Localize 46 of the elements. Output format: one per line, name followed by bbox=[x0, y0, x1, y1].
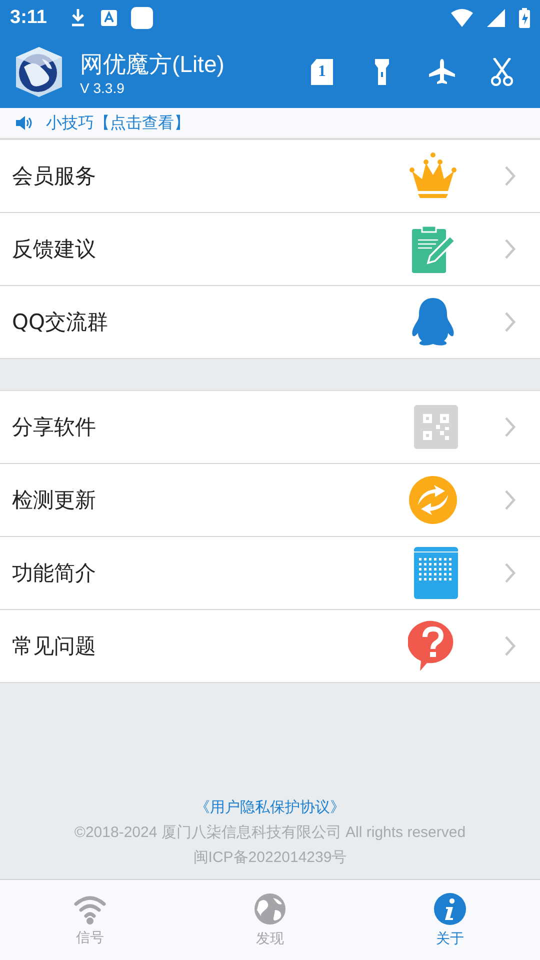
airplane-icon bbox=[429, 59, 455, 85]
scissors-icon bbox=[491, 58, 513, 86]
status-time: 3:11 bbox=[10, 7, 47, 29]
icp-license-text: 闽ICP备2022014239号 bbox=[193, 848, 347, 867]
chevron-right-icon bbox=[504, 489, 516, 511]
battery-icon bbox=[519, 8, 530, 28]
menu-item-label: 分享软件 bbox=[12, 414, 97, 441]
menu-item[interactable]: 会员服务 bbox=[0, 140, 540, 213]
chevron-right-icon bbox=[504, 635, 516, 657]
menu-item[interactable]: QQ交流群 bbox=[0, 286, 540, 359]
privacy-policy-link[interactable]: 《用户隐私保护协议》 bbox=[195, 798, 345, 817]
chevron-right-icon bbox=[504, 562, 516, 584]
menu-item-label: 检测更新 bbox=[12, 487, 97, 514]
globe-icon bbox=[253, 892, 287, 926]
menu-item-label: 会员服务 bbox=[12, 163, 97, 190]
nav-tab[interactable]: 关于 bbox=[360, 880, 540, 960]
refresh-arrows-icon bbox=[408, 475, 458, 525]
copyright-text: ©2018-2024 厦门八柒信息科技有限公司 All rights reserved bbox=[74, 823, 466, 842]
menu-item-label: QQ交流群 bbox=[12, 309, 110, 336]
menu-item[interactable]: 功能简介 bbox=[0, 537, 540, 610]
app-version: V 3.3.9 bbox=[80, 80, 126, 96]
menu-item-label: 反馈建议 bbox=[12, 236, 97, 263]
wifi-signal-icon bbox=[451, 9, 473, 27]
chevron-right-icon bbox=[504, 416, 516, 438]
wifi-icon bbox=[73, 893, 107, 925]
menu-item-label: 功能简介 bbox=[12, 560, 97, 587]
calendar-grid-icon bbox=[414, 547, 458, 599]
cell-signal-icon bbox=[487, 9, 505, 27]
menu-item[interactable]: 常见问题 bbox=[0, 610, 540, 683]
chevron-right-icon bbox=[504, 311, 516, 333]
flashlight-icon bbox=[375, 59, 389, 85]
menu-item[interactable]: 反馈建议 bbox=[0, 213, 540, 286]
qr-code-icon bbox=[414, 405, 458, 449]
tips-link[interactable]: 小技巧【点击查看】 bbox=[46, 112, 190, 134]
sim-card-button[interactable]: 1 bbox=[311, 59, 333, 85]
chevron-right-icon bbox=[504, 238, 516, 260]
info-icon bbox=[433, 892, 467, 926]
menu-item-label: 常见问题 bbox=[12, 633, 97, 660]
chevron-right-icon bbox=[504, 165, 516, 187]
crown-icon bbox=[408, 151, 458, 201]
app-notification-icon bbox=[100, 10, 117, 26]
menu-item[interactable]: 检测更新 bbox=[0, 464, 540, 537]
menu-item[interactable]: 分享软件 bbox=[0, 391, 540, 464]
app-title: 网优魔方(Lite) bbox=[80, 50, 224, 79]
speaker-icon bbox=[16, 116, 32, 130]
square-notification-icon bbox=[130, 7, 153, 29]
